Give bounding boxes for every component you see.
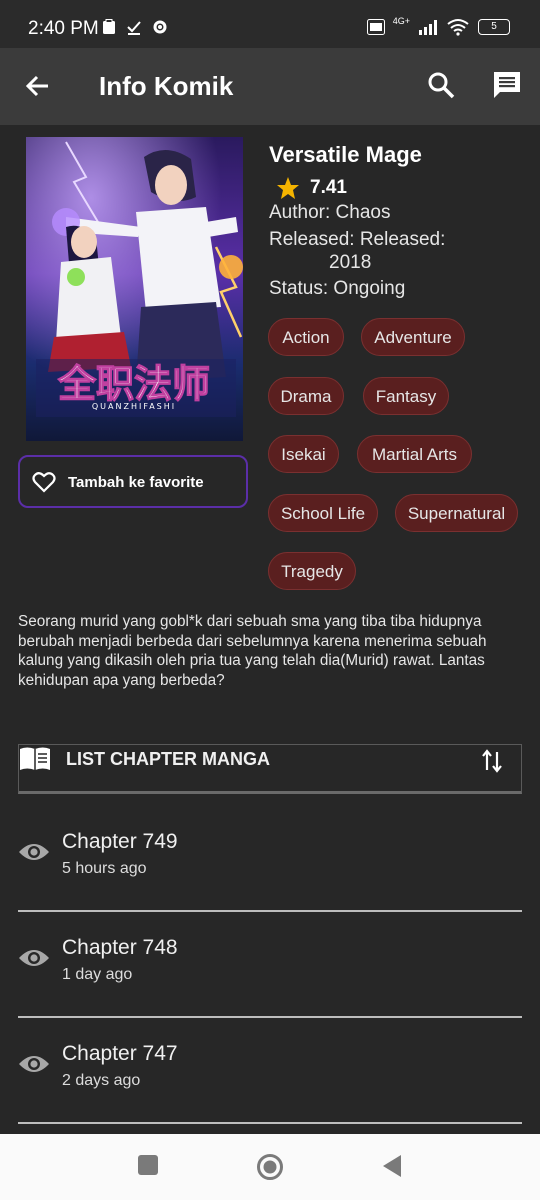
chapter-list-title: LIST CHAPTER MANGA xyxy=(66,749,270,769)
recents-icon[interactable] xyxy=(137,1154,159,1176)
released: Released: Released: xyxy=(269,229,446,250)
battery-level: 5 xyxy=(491,21,497,32)
clipboard-icon xyxy=(103,19,115,34)
signal-icon xyxy=(419,20,437,35)
book-icon xyxy=(20,747,50,770)
add-favorite-label: Tambah ke favorite xyxy=(68,474,204,491)
genre-tag[interactable]: Action xyxy=(268,318,344,356)
home-icon[interactable] xyxy=(256,1153,284,1181)
comment-icon[interactable] xyxy=(492,70,522,100)
genre-tag[interactable]: Supernatural xyxy=(395,494,518,532)
app-bar: Info Komik xyxy=(0,48,540,125)
chapter-time: 2 days ago xyxy=(62,1072,141,1089)
chapter-row[interactable]: Chapter 748 1 day ago xyxy=(18,910,522,1018)
eye-icon xyxy=(19,950,49,966)
battery-icon: 5 xyxy=(478,19,510,35)
network-type: 4G+ xyxy=(392,16,410,26)
add-favorite-button[interactable]: Tambah ke favorite xyxy=(18,455,248,508)
cover-art: 全职法师 QUANZHIFASHI xyxy=(26,137,243,441)
genre-tag[interactable]: Adventure xyxy=(361,318,465,356)
star-icon xyxy=(277,177,299,199)
genre-tag[interactable]: Drama xyxy=(268,377,344,415)
status-time: 2:40 PM xyxy=(28,18,99,39)
rating: 7.41 xyxy=(276,176,347,200)
genre-tag[interactable]: Isekai xyxy=(268,435,339,473)
sort-icon[interactable] xyxy=(481,748,503,774)
genre-tag[interactable]: Fantasy xyxy=(363,377,449,415)
chapter-row[interactable]: Chapter 749 5 hours ago xyxy=(18,804,522,912)
genre-tag[interactable]: Tragedy xyxy=(268,552,356,590)
status-bar: 2:40 PM 4G+ 5 xyxy=(0,0,540,48)
chapter-row[interactable]: Chapter 747 2 days ago xyxy=(18,1016,522,1124)
status: Status: Ongoing xyxy=(269,278,406,299)
cover-image: 全职法师 QUANZHIFASHI xyxy=(26,137,243,441)
rating-value: 7.41 xyxy=(310,177,347,198)
page-title: Info Komik xyxy=(99,71,234,101)
chapter-name: Chapter 748 xyxy=(62,936,178,959)
genre-tag[interactable]: School Life xyxy=(268,494,378,532)
eye-icon xyxy=(19,844,49,860)
chapter-name: Chapter 747 xyxy=(62,1042,178,1065)
author: Author: Chaos xyxy=(269,202,391,223)
volte-icon xyxy=(366,19,385,35)
chapter-list-header: LIST CHAPTER MANGA xyxy=(18,744,522,794)
eye-icon xyxy=(19,1056,49,1072)
chapter-time: 1 day ago xyxy=(62,966,133,983)
system-nav-bar xyxy=(0,1134,540,1200)
heart-icon xyxy=(32,472,56,493)
back-arrow-icon[interactable] xyxy=(24,72,52,100)
cover-subtitle-art: QUANZHIFASHI xyxy=(92,402,176,411)
released-year: 2018 xyxy=(329,252,372,273)
cover-title-art: 全职法师 xyxy=(57,362,210,406)
comic-title: Versatile Mage xyxy=(269,142,422,167)
synopsis: Seorang murid yang gobl*k dari sebuah sm… xyxy=(18,613,487,689)
chapter-name: Chapter 749 xyxy=(62,830,178,853)
genre-tag[interactable]: Martial Arts xyxy=(357,435,472,473)
wifi-icon xyxy=(447,19,469,36)
download-done-icon xyxy=(127,21,141,35)
back-nav-icon[interactable] xyxy=(381,1154,403,1178)
chapter-time: 5 hours ago xyxy=(62,860,147,877)
settings-icon xyxy=(153,20,167,34)
search-icon[interactable] xyxy=(426,70,456,100)
